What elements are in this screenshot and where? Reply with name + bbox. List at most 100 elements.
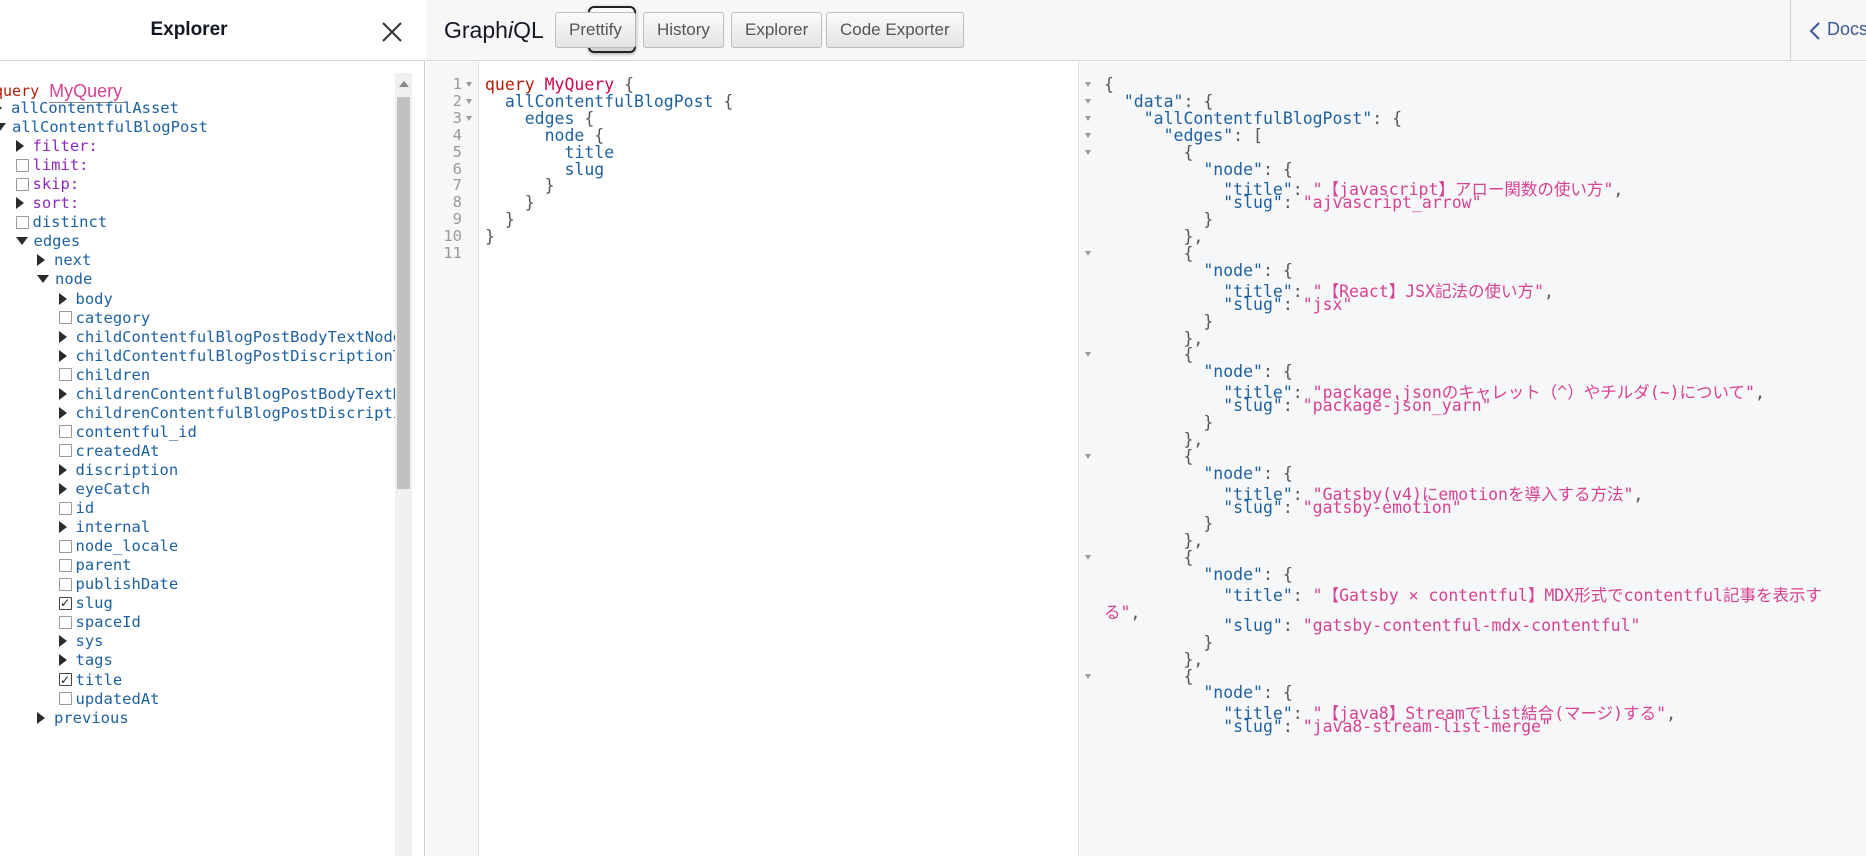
- caret-down-icon[interactable]: [15, 237, 28, 246]
- caret-right-icon[interactable]: [37, 254, 45, 267]
- explorer-tree-item-label: updatedAt: [75, 689, 160, 708]
- line-number: 8: [452, 193, 462, 212]
- close-icon[interactable]: [380, 20, 404, 44]
- fold-icon[interactable]: [466, 98, 472, 104]
- checkbox[interactable]: [58, 539, 72, 553]
- result-token: "slug": [1223, 497, 1283, 517]
- query-editor[interactable]: 1 2 3 4 5 6 7 8 9 10 11 query MyQuery { allContent…: [426, 62, 1078, 856]
- caret-down-icon[interactable]: [37, 275, 49, 284]
- fold-icon[interactable]: [1085, 251, 1091, 256]
- caret-right-icon[interactable]: [37, 711, 45, 724]
- result-token: :: [1282, 396, 1303, 416]
- explorer-tree-item-label: limit:: [32, 156, 89, 175]
- caret-right-icon[interactable]: [58, 406, 67, 419]
- explorer-tree-item-label: eyeCatch: [75, 480, 151, 498]
- explorer-tree-item-label: sys: [75, 632, 104, 651]
- fold-icon[interactable]: [1085, 453, 1091, 459]
- line-number: 3: [452, 108, 462, 127]
- caret-right-icon[interactable]: [58, 635, 67, 648]
- docs-toggle[interactable]: Docs: [1790, 0, 1866, 61]
- fold-icon[interactable]: [1085, 352, 1091, 358]
- fold-icon[interactable]: [1085, 555, 1091, 561]
- checkbox[interactable]: [58, 311, 72, 325]
- code-exporter-button[interactable]: Code Exporter: [826, 12, 964, 48]
- checkbox-checked[interactable]: [58, 596, 72, 610]
- explorer-scrollbar[interactable]: [395, 73, 412, 856]
- result-token: "java8-stream-list-merge": [1302, 717, 1552, 737]
- checkbox[interactable]: [15, 177, 29, 191]
- scrollbar-thumb[interactable]: [397, 97, 410, 489]
- fold-icon[interactable]: [466, 115, 472, 121]
- logo-text-prefix: Graph: [444, 17, 508, 43]
- explorer-button[interactable]: Explorer: [731, 12, 823, 48]
- explorer-tree-item-label: spaceId: [75, 613, 141, 632]
- line-number: 5: [452, 142, 462, 161]
- caret-right-icon[interactable]: [58, 387, 67, 400]
- caret-right-icon[interactable]: [15, 140, 24, 153]
- explorer-tree-item-label: distinct: [32, 213, 108, 232]
- graphiql-logo: GraphiQL: [444, 17, 544, 44]
- prettify-button[interactable]: Prettify: [555, 12, 636, 48]
- explorer-tree-item-label: childrenContentfulBlogPostDiscriptionTex…: [75, 403, 396, 422]
- result-token: "slug": [1223, 396, 1283, 416]
- chevron-left-icon: [1809, 22, 1820, 40]
- caret-right-icon[interactable]: [58, 521, 67, 534]
- code-line: }: [485, 227, 495, 246]
- checkbox[interactable]: [15, 215, 29, 229]
- toolbar: GraphiQL Prettify History Explorer Code …: [426, 0, 1866, 61]
- caret-down-icon[interactable]: [0, 123, 6, 132]
- result-token: "【Gatsby × contentful】MDX形式でcontentful記事…: [1312, 586, 1822, 605]
- caret-right-icon[interactable]: [15, 197, 24, 210]
- history-button[interactable]: History: [643, 12, 724, 48]
- fold-icon[interactable]: [1085, 82, 1091, 87]
- explorer-tree-item-label: publishDate: [75, 575, 179, 594]
- checkbox[interactable]: [58, 577, 72, 591]
- fold-icon[interactable]: [1085, 98, 1091, 104]
- fold-icon[interactable]: [466, 82, 472, 87]
- explorer-tree-item-label: slug: [75, 594, 113, 613]
- fold-icon[interactable]: [1085, 149, 1091, 155]
- explorer-tree-item[interactable]: previous: [37, 707, 129, 729]
- fold-icon[interactable]: [1085, 673, 1091, 679]
- line-number: 9: [452, 210, 462, 229]
- checkbox[interactable]: [58, 444, 72, 458]
- result-token: :: [1292, 586, 1313, 605]
- caret-right-icon[interactable]: [58, 292, 67, 305]
- explorer-tree-item-label: internal: [75, 518, 151, 537]
- code-token: }: [485, 227, 495, 247]
- explorer-tree-item-label: next: [54, 251, 92, 270]
- checkbox[interactable]: [58, 425, 72, 439]
- result-token: ,: [1666, 704, 1676, 724]
- explorer-tree-item-label: body: [75, 289, 113, 308]
- checkbox-checked[interactable]: [58, 673, 72, 686]
- caret-right-icon[interactable]: [58, 463, 67, 476]
- result-token: :: [1282, 193, 1303, 213]
- result-token: : {: [1372, 108, 1403, 128]
- caret-right-icon[interactable]: [0, 102, 2, 114]
- explorer-tree-item-label: childContentfulBlogPostBodyTextNode: [75, 327, 396, 346]
- result-line: "title": "【Gatsby × contentful】MDX形式でcon…: [1104, 582, 1822, 606]
- caret-right-icon[interactable]: [58, 330, 67, 343]
- explorer-tree-item-label: id: [75, 499, 95, 518]
- explorer-tree-item-label: previous: [54, 708, 129, 727]
- result-token: "slug": [1223, 615, 1283, 635]
- checkbox[interactable]: [58, 615, 72, 629]
- checkbox[interactable]: [58, 558, 72, 572]
- checkbox[interactable]: [58, 692, 72, 706]
- checkbox[interactable]: [58, 501, 72, 515]
- line-number: 10: [443, 227, 462, 246]
- caret-right-icon[interactable]: [58, 349, 67, 362]
- checkbox[interactable]: [15, 158, 29, 172]
- caret-right-icon[interactable]: [58, 483, 67, 495]
- result-token: : [: [1233, 125, 1263, 145]
- fold-icon[interactable]: [1085, 115, 1091, 121]
- result-token: :: [1282, 717, 1303, 737]
- explorer-panel: Explorer query MyQuery allContentfulAsse…: [0, 0, 425, 856]
- checkbox[interactable]: [58, 368, 72, 382]
- scroll-up-icon[interactable]: [399, 81, 409, 87]
- result-token: "jsx": [1302, 294, 1353, 314]
- fold-icon[interactable]: [1085, 132, 1091, 138]
- result-token: "slug": [1223, 193, 1283, 213]
- caret-right-icon[interactable]: [58, 654, 67, 667]
- explorer-tree-item-label: tags: [75, 651, 113, 670]
